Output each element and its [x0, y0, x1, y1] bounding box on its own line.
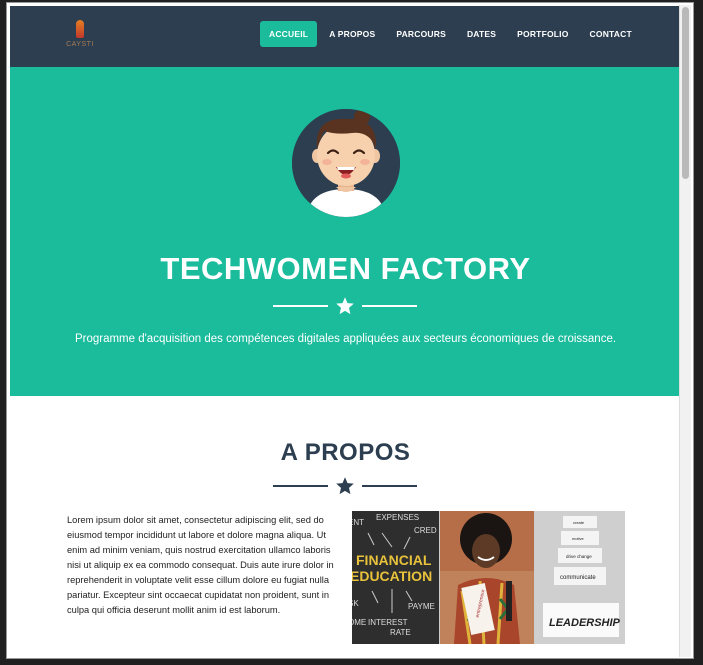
- svg-text:OME: OME: [352, 618, 366, 627]
- leadership-image: create motive drive change communicate L…: [535, 511, 625, 644]
- torch-icon: [76, 20, 84, 38]
- nav-item-contact[interactable]: CONTACT: [581, 21, 641, 47]
- avatar: [292, 109, 400, 217]
- navbar: CAYSTI ACCUEIL A PROPOS PARCOURS DATES P…: [10, 6, 681, 67]
- nav-item-accueil[interactable]: ACCUEIL: [260, 21, 318, 47]
- hero-section: TECHWOMEN FACTORY Programme d'acquisitio…: [10, 67, 681, 396]
- page: CAYSTI ACCUEIL A PROPOS PARCOURS DATES P…: [10, 6, 681, 657]
- nav-item-parcours[interactable]: PARCOURS: [387, 21, 455, 47]
- svg-text:ENT: ENT: [352, 518, 364, 527]
- leadership-picture: create motive drive change communicate L…: [535, 511, 625, 644]
- nav-item-dates[interactable]: DATES: [458, 21, 505, 47]
- svg-text:motive: motive: [572, 536, 585, 541]
- about-title: A PROPOS: [280, 439, 411, 466]
- entrepreneur-woman-image: entrepreneur: [440, 511, 535, 644]
- nav-item-a-propos[interactable]: A PROPOS: [320, 21, 384, 47]
- svg-text:LEADERSHIP: LEADERSHIP: [549, 617, 621, 629]
- svg-text:create: create: [573, 520, 585, 525]
- vertical-scrollbar[interactable]: [679, 5, 691, 657]
- chalkboard-picture: ENT EXPENSES CRED FINANCIAL EDUCATION SK…: [352, 511, 439, 644]
- about-image-strip: ENT EXPENSES CRED FINANCIAL EDUCATION SK…: [352, 511, 625, 644]
- svg-text:FINANCIAL: FINANCIAL: [356, 552, 432, 568]
- avatar-illustration-icon: [292, 109, 400, 217]
- divider-line: [362, 485, 417, 487]
- about-text: Lorem ipsum dolor sit amet, consectetur …: [67, 515, 334, 615]
- svg-text:INTEREST: INTEREST: [368, 618, 408, 627]
- svg-text:SK: SK: [352, 599, 359, 608]
- svg-text:EXPENSES: EXPENSES: [376, 513, 419, 522]
- financial-education-image: ENT EXPENSES CRED FINANCIAL EDUCATION SK…: [352, 511, 440, 644]
- divider-line: [362, 305, 417, 307]
- hero-subtitle: Programme d'acquisition des compétences …: [74, 333, 617, 345]
- scrollbar-thumb[interactable]: [682, 7, 689, 179]
- svg-text:drive change: drive change: [566, 554, 592, 559]
- svg-text:PAYME: PAYME: [408, 602, 435, 611]
- woman-picture: entrepreneur: [440, 511, 534, 644]
- hero-title: TECHWOMEN FACTORY: [160, 251, 531, 286]
- star-icon: [336, 477, 354, 495]
- svg-text:RATE: RATE: [390, 628, 411, 637]
- hero-divider: [273, 296, 417, 316]
- star-icon: [336, 297, 354, 315]
- browser-window: CAYSTI ACCUEIL A PROPOS PARCOURS DATES P…: [6, 2, 694, 659]
- nav-menu: ACCUEIL A PROPOS PARCOURS DATES PORTFOLI…: [260, 21, 644, 47]
- about-divider: [273, 476, 417, 496]
- svg-text:EDUCATION: EDUCATION: [352, 568, 432, 584]
- nav-item-portfolio[interactable]: PORTFOLIO: [508, 21, 577, 47]
- svg-text:CRED: CRED: [414, 526, 437, 535]
- logo[interactable]: CAYSTI: [65, 20, 95, 54]
- divider-line: [273, 485, 328, 487]
- svg-text:communicate: communicate: [560, 575, 596, 581]
- logo-text: CAYSTI: [66, 41, 94, 48]
- divider-line: [273, 305, 328, 307]
